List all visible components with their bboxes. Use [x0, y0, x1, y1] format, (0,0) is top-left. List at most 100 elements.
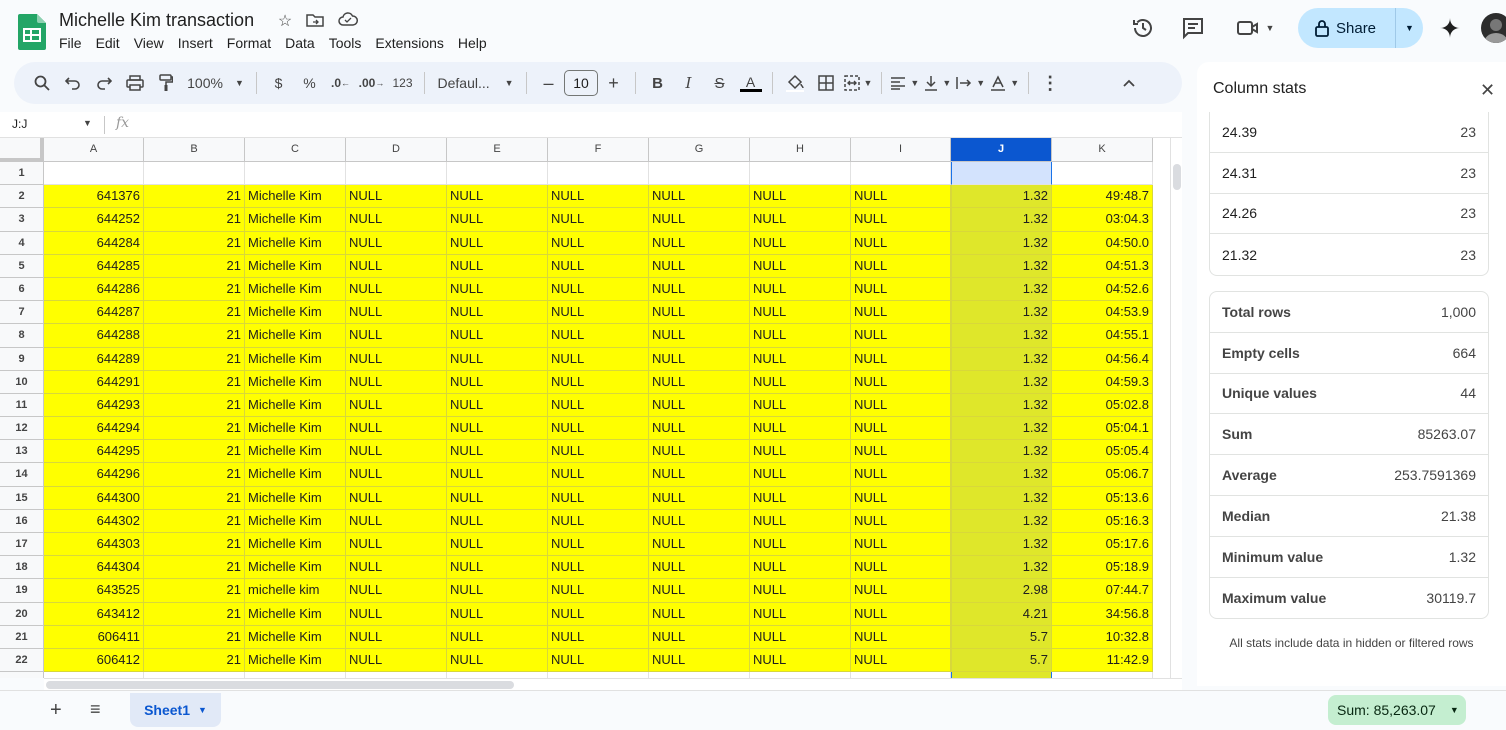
- cell-k[interactable]: [1052, 162, 1153, 186]
- cell-a[interactable]: 644295: [44, 440, 144, 464]
- cell-f[interactable]: NULL: [548, 440, 649, 464]
- cell-b[interactable]: 21: [144, 486, 245, 510]
- cell-c[interactable]: Michelle Kim: [245, 509, 346, 533]
- column-header-i[interactable]: I: [851, 138, 951, 162]
- borders-icon[interactable]: [813, 69, 839, 97]
- horizontal-scrollbar[interactable]: [44, 678, 1182, 690]
- cell-j[interactable]: 1.32: [951, 556, 1052, 580]
- cell-a[interactable]: 644296: [44, 463, 144, 487]
- cell-g[interactable]: NULL: [649, 208, 750, 232]
- cell-g[interactable]: NULL: [649, 440, 750, 464]
- cell-f[interactable]: NULL: [548, 231, 649, 255]
- menu-view[interactable]: View: [127, 34, 171, 52]
- cell-g[interactable]: [649, 162, 750, 186]
- cell-d[interactable]: NULL: [346, 440, 447, 464]
- cell-b[interactable]: 21: [144, 301, 245, 325]
- row-header[interactable]: 9: [0, 347, 44, 371]
- cell-f[interactable]: NULL: [548, 509, 649, 533]
- increase-decimal-button[interactable]: .00 →: [359, 69, 385, 97]
- more-formats-button[interactable]: 123: [390, 69, 416, 97]
- row-header[interactable]: 5: [0, 254, 44, 278]
- cell-k[interactable]: 05:16.3: [1052, 509, 1153, 533]
- row-header[interactable]: 4: [0, 231, 44, 255]
- row-header[interactable]: 19: [0, 579, 44, 603]
- cell-g[interactable]: NULL: [649, 509, 750, 533]
- font-family-select[interactable]: Defaul... ▼: [434, 69, 518, 97]
- row-header[interactable]: 16: [0, 509, 44, 533]
- cell-k[interactable]: 05:04.1: [1052, 417, 1153, 441]
- cell-e[interactable]: NULL: [447, 417, 548, 441]
- menu-help[interactable]: Help: [451, 34, 494, 52]
- cell-b[interactable]: 21: [144, 185, 245, 209]
- cell-d[interactable]: NULL: [346, 370, 447, 394]
- cell-b[interactable]: 21: [144, 602, 245, 626]
- cell-c[interactable]: Michelle Kim: [245, 370, 346, 394]
- cell-f[interactable]: NULL: [548, 393, 649, 418]
- cell-j[interactable]: 1.32: [951, 231, 1052, 255]
- cell-j[interactable]: 1.32: [951, 440, 1052, 464]
- decrease-decimal-button[interactable]: .0 ←: [328, 69, 354, 97]
- cell-k[interactable]: 04:52.6: [1052, 277, 1153, 302]
- cell-d[interactable]: NULL: [346, 509, 447, 533]
- cell-j[interactable]: 4.21: [951, 602, 1052, 626]
- cell-b[interactable]: 21: [144, 625, 245, 649]
- cell-g[interactable]: NULL: [649, 324, 750, 348]
- cell-b[interactable]: 21: [144, 370, 245, 394]
- row-header[interactable]: 15: [0, 486, 44, 510]
- paint-format-icon[interactable]: [153, 69, 179, 97]
- comments-icon[interactable]: [1179, 14, 1207, 42]
- cell-k[interactable]: 04:59.3: [1052, 370, 1153, 394]
- cell-g[interactable]: NULL: [649, 556, 750, 580]
- cell-d[interactable]: NULL: [346, 602, 447, 626]
- cell-j[interactable]: 1.32: [951, 324, 1052, 348]
- cell-c[interactable]: Michelle Kim: [245, 277, 346, 302]
- cell-a[interactable]: 644285: [44, 254, 144, 278]
- cell-h[interactable]: NULL: [750, 602, 851, 626]
- cell-g[interactable]: NULL: [649, 254, 750, 278]
- cell-g[interactable]: NULL: [649, 277, 750, 302]
- cell-j[interactable]: 1.32: [951, 463, 1052, 487]
- cell-k[interactable]: 10:32.8: [1052, 625, 1153, 649]
- cell-a[interactable]: 644293: [44, 393, 144, 418]
- cell-c[interactable]: Michelle Kim: [245, 486, 346, 510]
- cell-h[interactable]: NULL: [750, 370, 851, 394]
- horizontal-scroll-thumb[interactable]: [46, 681, 514, 689]
- menu-insert[interactable]: Insert: [171, 34, 220, 52]
- cell-a[interactable]: 644288: [44, 324, 144, 348]
- cell-b[interactable]: 21: [144, 533, 245, 557]
- cell-e[interactable]: NULL: [447, 440, 548, 464]
- cell-b[interactable]: 21: [144, 556, 245, 580]
- cell-i[interactable]: NULL: [851, 301, 951, 325]
- cell-h[interactable]: NULL: [750, 324, 851, 348]
- cell-b[interactable]: 21: [144, 463, 245, 487]
- cell-h[interactable]: NULL: [750, 254, 851, 278]
- meet-dropdown-icon[interactable]: ▼: [1266, 23, 1275, 33]
- cell-a[interactable]: 644302: [44, 509, 144, 533]
- cell-a[interactable]: 644303: [44, 533, 144, 557]
- cell-k[interactable]: 34:56.8: [1052, 602, 1153, 626]
- close-icon[interactable]: ✕: [1480, 80, 1495, 101]
- cell-j[interactable]: 1.32: [951, 393, 1052, 418]
- cell-b[interactable]: 21: [144, 417, 245, 441]
- sheets-logo-icon[interactable]: [18, 14, 46, 50]
- cell-c[interactable]: Michelle Kim: [245, 556, 346, 580]
- cell-f[interactable]: NULL: [548, 648, 649, 673]
- cell-d[interactable]: NULL: [346, 324, 447, 348]
- cell-e[interactable]: NULL: [447, 486, 548, 510]
- menu-edit[interactable]: Edit: [89, 34, 127, 52]
- text-color-button[interactable]: A: [738, 69, 764, 97]
- cell-k[interactable]: 04:51.3: [1052, 254, 1153, 278]
- avatar[interactable]: [1481, 13, 1506, 43]
- cell-i[interactable]: NULL: [851, 417, 951, 441]
- document-title[interactable]: Michelle Kim transaction: [59, 10, 254, 31]
- share-dropdown-icon[interactable]: ▼: [1395, 8, 1423, 48]
- cell-f[interactable]: NULL: [548, 556, 649, 580]
- cell-h[interactable]: NULL: [750, 347, 851, 371]
- all-sheets-menu-icon[interactable]: ≡: [90, 699, 101, 720]
- cell-k[interactable]: 05:05.4: [1052, 440, 1153, 464]
- print-icon[interactable]: [122, 69, 148, 97]
- menu-file[interactable]: File: [52, 34, 89, 52]
- cell-d[interactable]: NULL: [346, 347, 447, 371]
- cell-k[interactable]: 07:44.7: [1052, 579, 1153, 603]
- cell-b[interactable]: 21: [144, 393, 245, 418]
